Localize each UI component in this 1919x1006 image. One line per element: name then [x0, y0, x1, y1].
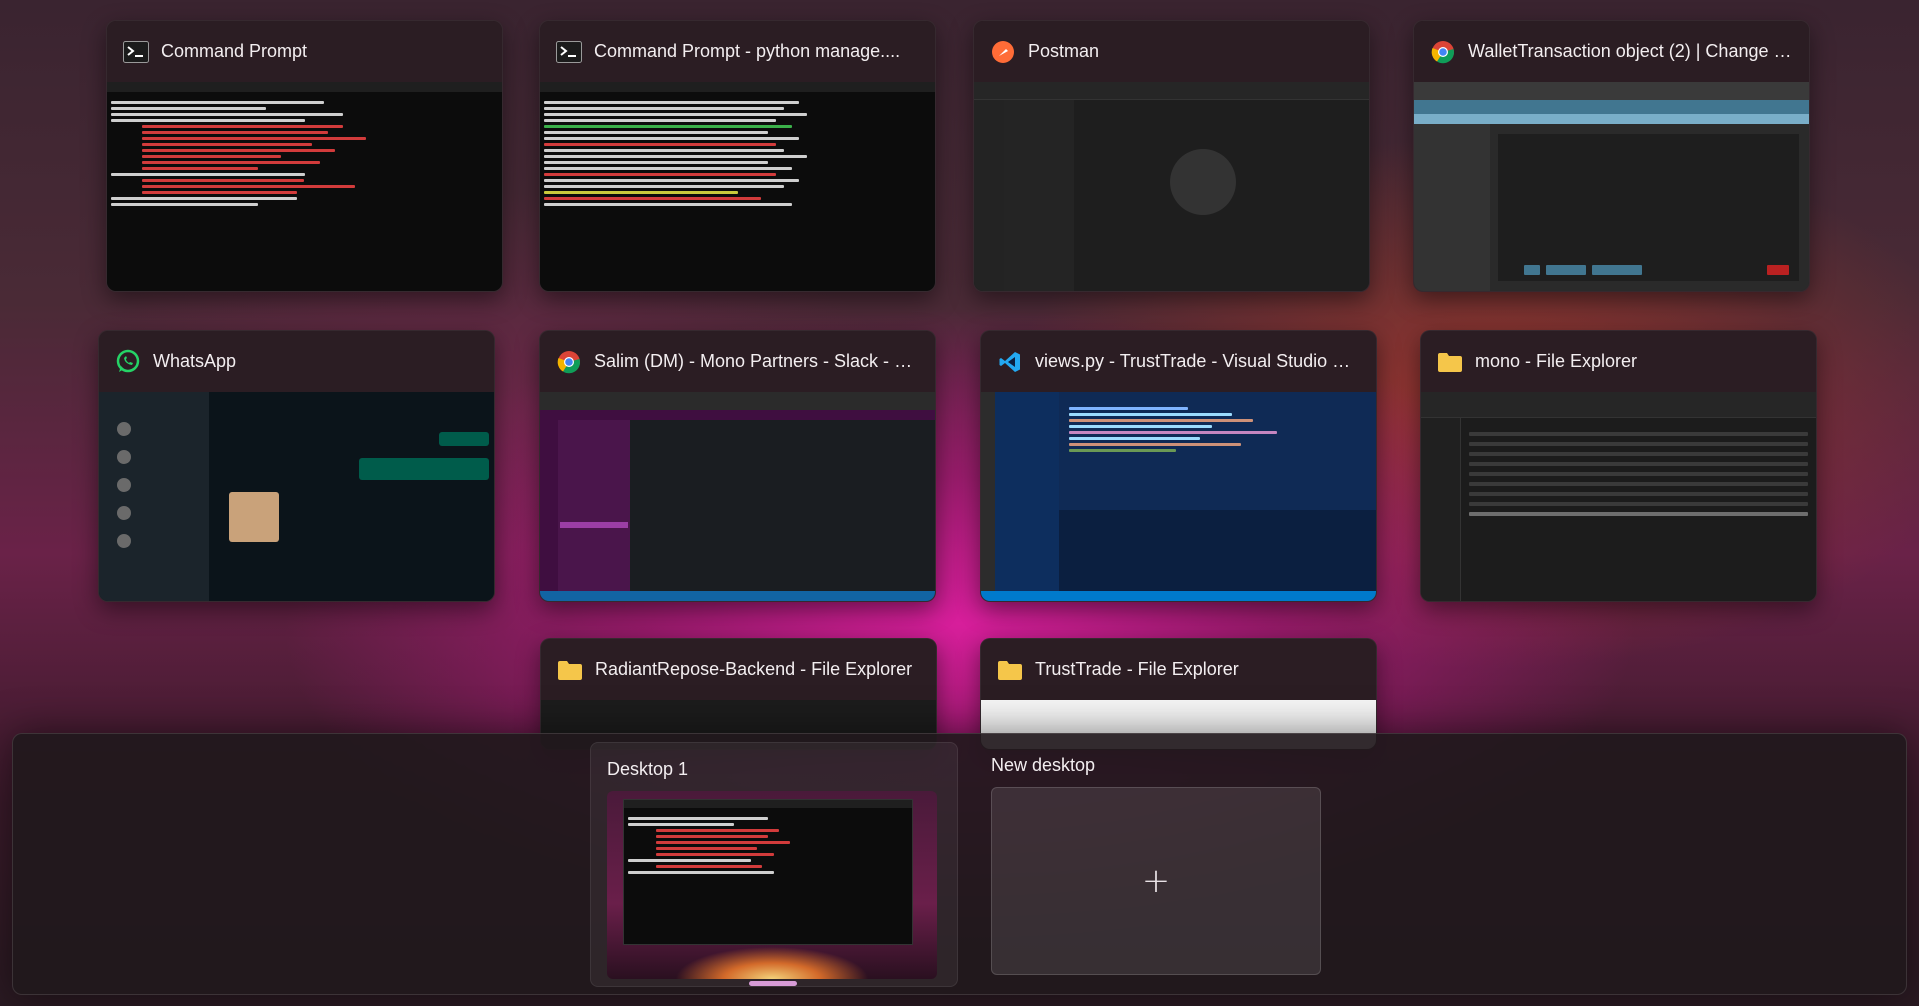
- window-card-header: WhatsApp: [99, 331, 494, 392]
- window-card-header: Command Prompt - python manage....: [540, 21, 935, 82]
- folder-icon: [997, 657, 1023, 683]
- window-card-header: TrustTrade - File Explorer: [981, 639, 1376, 700]
- new-desktop-label: New desktop: [991, 755, 1096, 775]
- terminal-icon: [556, 39, 582, 65]
- window-title: Command Prompt - python manage....: [594, 41, 901, 61]
- window-card-header: Command Prompt: [107, 21, 502, 82]
- window-thumbnail: [540, 82, 935, 291]
- window-card-header: views.py - TrustTrade - Visual Studio Co…: [981, 331, 1376, 392]
- desktop-label: Desktop 1: [607, 759, 689, 779]
- window-thumbnail: [1421, 392, 1816, 601]
- desktop-1-terminal-preview: [623, 799, 913, 945]
- window-thumbnail: [107, 82, 502, 291]
- window-thumbnail: [974, 82, 1369, 291]
- postman-icon: [990, 39, 1016, 65]
- window-card-vscode[interactable]: views.py - TrustTrade - Visual Studio Co…: [980, 330, 1377, 602]
- window-card-command-prompt-python[interactable]: Command Prompt - python manage....: [539, 20, 936, 292]
- chrome-icon: [556, 349, 582, 375]
- window-title: RadiantRepose-Backend - File Explorer: [595, 659, 913, 679]
- window-card-django-admin[interactable]: WalletTransaction object (2) | Change w.…: [1413, 20, 1810, 292]
- new-desktop-button[interactable]: +: [991, 787, 1321, 975]
- window-thumbnail: [540, 392, 935, 601]
- window-card-postman[interactable]: Postman: [973, 20, 1370, 292]
- window-title: Command Prompt: [161, 41, 308, 61]
- new-desktop[interactable]: New desktop +: [979, 742, 1321, 987]
- window-title: TrustTrade - File Explorer: [1035, 659, 1239, 679]
- window-thumbnail: [981, 392, 1376, 601]
- window-card-whatsapp[interactable]: WhatsApp: [98, 330, 495, 602]
- vscode-icon: [997, 349, 1023, 375]
- window-card-header: WalletTransaction object (2) | Change w.…: [1414, 21, 1809, 82]
- desktop-1[interactable]: Desktop 1: [590, 742, 958, 987]
- window-title: WhatsApp: [153, 351, 237, 371]
- window-thumbnail: [1414, 82, 1809, 291]
- window-title: Postman: [1028, 41, 1100, 61]
- window-card-header: mono - File Explorer: [1421, 331, 1816, 392]
- active-desktop-indicator: [749, 981, 797, 986]
- window-title: WalletTransaction object (2) | Change w.…: [1468, 41, 1793, 61]
- whatsapp-icon: [115, 349, 141, 375]
- window-card-header: Postman: [974, 21, 1369, 82]
- window-title: Salim (DM) - Mono Partners - Slack - G..…: [594, 351, 919, 371]
- window-card-header: Salim (DM) - Mono Partners - Slack - G..…: [540, 331, 935, 392]
- folder-icon: [557, 657, 583, 683]
- folder-icon: [1437, 349, 1463, 375]
- terminal-icon: [123, 39, 149, 65]
- window-title: views.py - TrustTrade - Visual Studio Co…: [1035, 351, 1360, 371]
- plus-icon: +: [1141, 861, 1171, 901]
- window-title: mono - File Explorer: [1475, 351, 1638, 371]
- chrome-icon: [1430, 39, 1456, 65]
- window-card-slack[interactable]: Salim (DM) - Mono Partners - Slack - G..…: [539, 330, 936, 602]
- window-card-mono-explorer[interactable]: mono - File Explorer: [1420, 330, 1817, 602]
- window-thumbnail: [99, 392, 494, 601]
- window-card-header: RadiantRepose-Backend - File Explorer: [541, 639, 936, 700]
- desktop-1-thumbnail: [607, 791, 937, 979]
- window-card-command-prompt[interactable]: Command Prompt: [106, 20, 503, 292]
- virtual-desktops-bar: Desktop 1 New desktop +: [12, 733, 1907, 995]
